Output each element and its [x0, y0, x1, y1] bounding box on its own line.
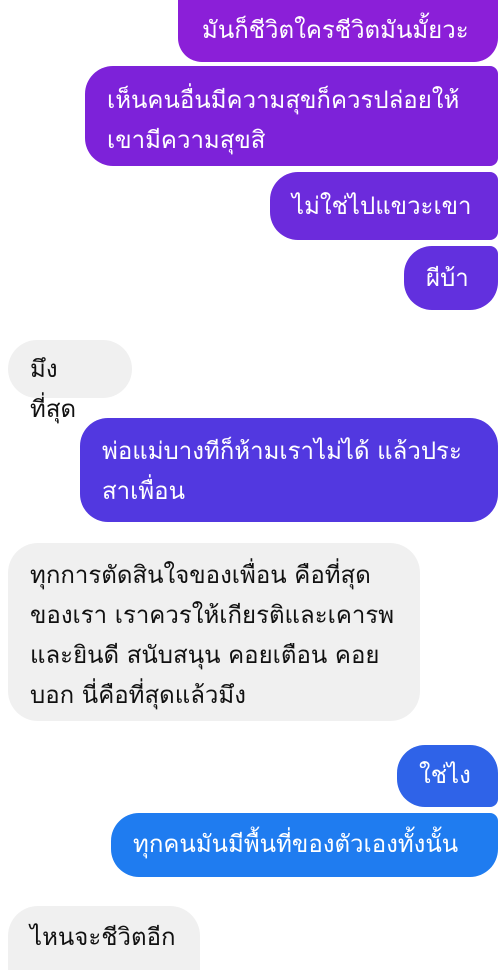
outgoing-message[interactable]: ทุกคนมันมีพื้นที่ของตัวเองทั้งนั้น	[111, 813, 498, 877]
outgoing-message[interactable]: เห็นคนอื่นมีความสุขก็ควรปล่อยให้ เขามีคว…	[85, 66, 498, 166]
outgoing-message[interactable]: ใช่ไง	[397, 745, 498, 807]
incoming-message[interactable]: ทุกการตัดสินใจของเพื่อน คือที่สุด ของเรา…	[8, 543, 420, 721]
incoming-message[interactable]: ไหนจะชีวิตอีก	[8, 906, 200, 970]
outgoing-message[interactable]: ผีบ้า	[404, 246, 498, 310]
outgoing-message[interactable]: ไม่ใช่ไปแขวะเขา	[270, 172, 498, 240]
incoming-message[interactable]: มึง ที่สุด	[8, 340, 132, 423]
outgoing-message[interactable]: พ่อแม่บางทีก็ห้ามเราไม่ได้ แล้วประ สาเพื…	[80, 418, 498, 522]
outgoing-message[interactable]: มันก็ชีวิตใครชีวิตมันมั้ยวะ	[178, 0, 498, 62]
